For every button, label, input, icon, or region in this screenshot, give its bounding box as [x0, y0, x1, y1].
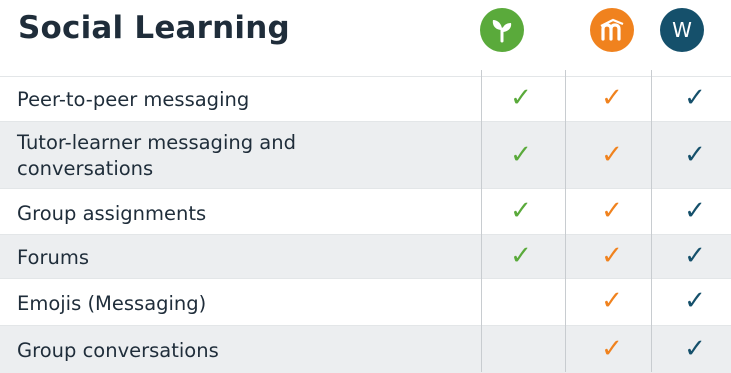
teal-check-icon: ✓: [684, 83, 706, 113]
page-title: Social Learning: [18, 10, 290, 46]
orange-check-icon: ✓: [601, 334, 623, 364]
column-divider: [481, 70, 482, 372]
orange-check-icon: ✓: [601, 83, 623, 113]
orange-check-icon: ✓: [601, 196, 623, 226]
row-label-line1: Tutor-learner messaging and: [17, 131, 296, 154]
green-check-icon: ✓: [510, 83, 532, 113]
teal-check-icon: ✓: [684, 140, 706, 170]
row-label: Group assignments: [17, 202, 207, 225]
row-label: Peer-to-peer messaging: [17, 88, 250, 111]
row-label: Emojis (Messaging): [17, 292, 207, 315]
green-check-icon: ✓: [510, 196, 532, 226]
w-logo-letter: W: [672, 18, 692, 42]
teal-check-icon: ✓: [684, 286, 706, 316]
orange-check-icon: ✓: [601, 286, 623, 316]
orange-check-icon: ✓: [601, 140, 623, 170]
teal-check-icon: ✓: [684, 196, 706, 226]
leaf-logo-icon: [480, 8, 524, 52]
teal-check-icon: ✓: [684, 241, 706, 271]
column-divider: [651, 70, 652, 372]
row-label-line2: conversations: [17, 157, 154, 180]
orange-check-icon: ✓: [601, 241, 623, 271]
moodle-logo-icon: [590, 8, 634, 52]
row-label: Forums: [17, 246, 89, 269]
w-logo-icon: W: [660, 8, 704, 52]
row-label: Group conversations: [17, 339, 219, 362]
column-divider: [565, 70, 566, 372]
green-check-icon: ✓: [510, 140, 532, 170]
teal-check-icon: ✓: [684, 334, 706, 364]
green-check-icon: ✓: [510, 241, 532, 271]
